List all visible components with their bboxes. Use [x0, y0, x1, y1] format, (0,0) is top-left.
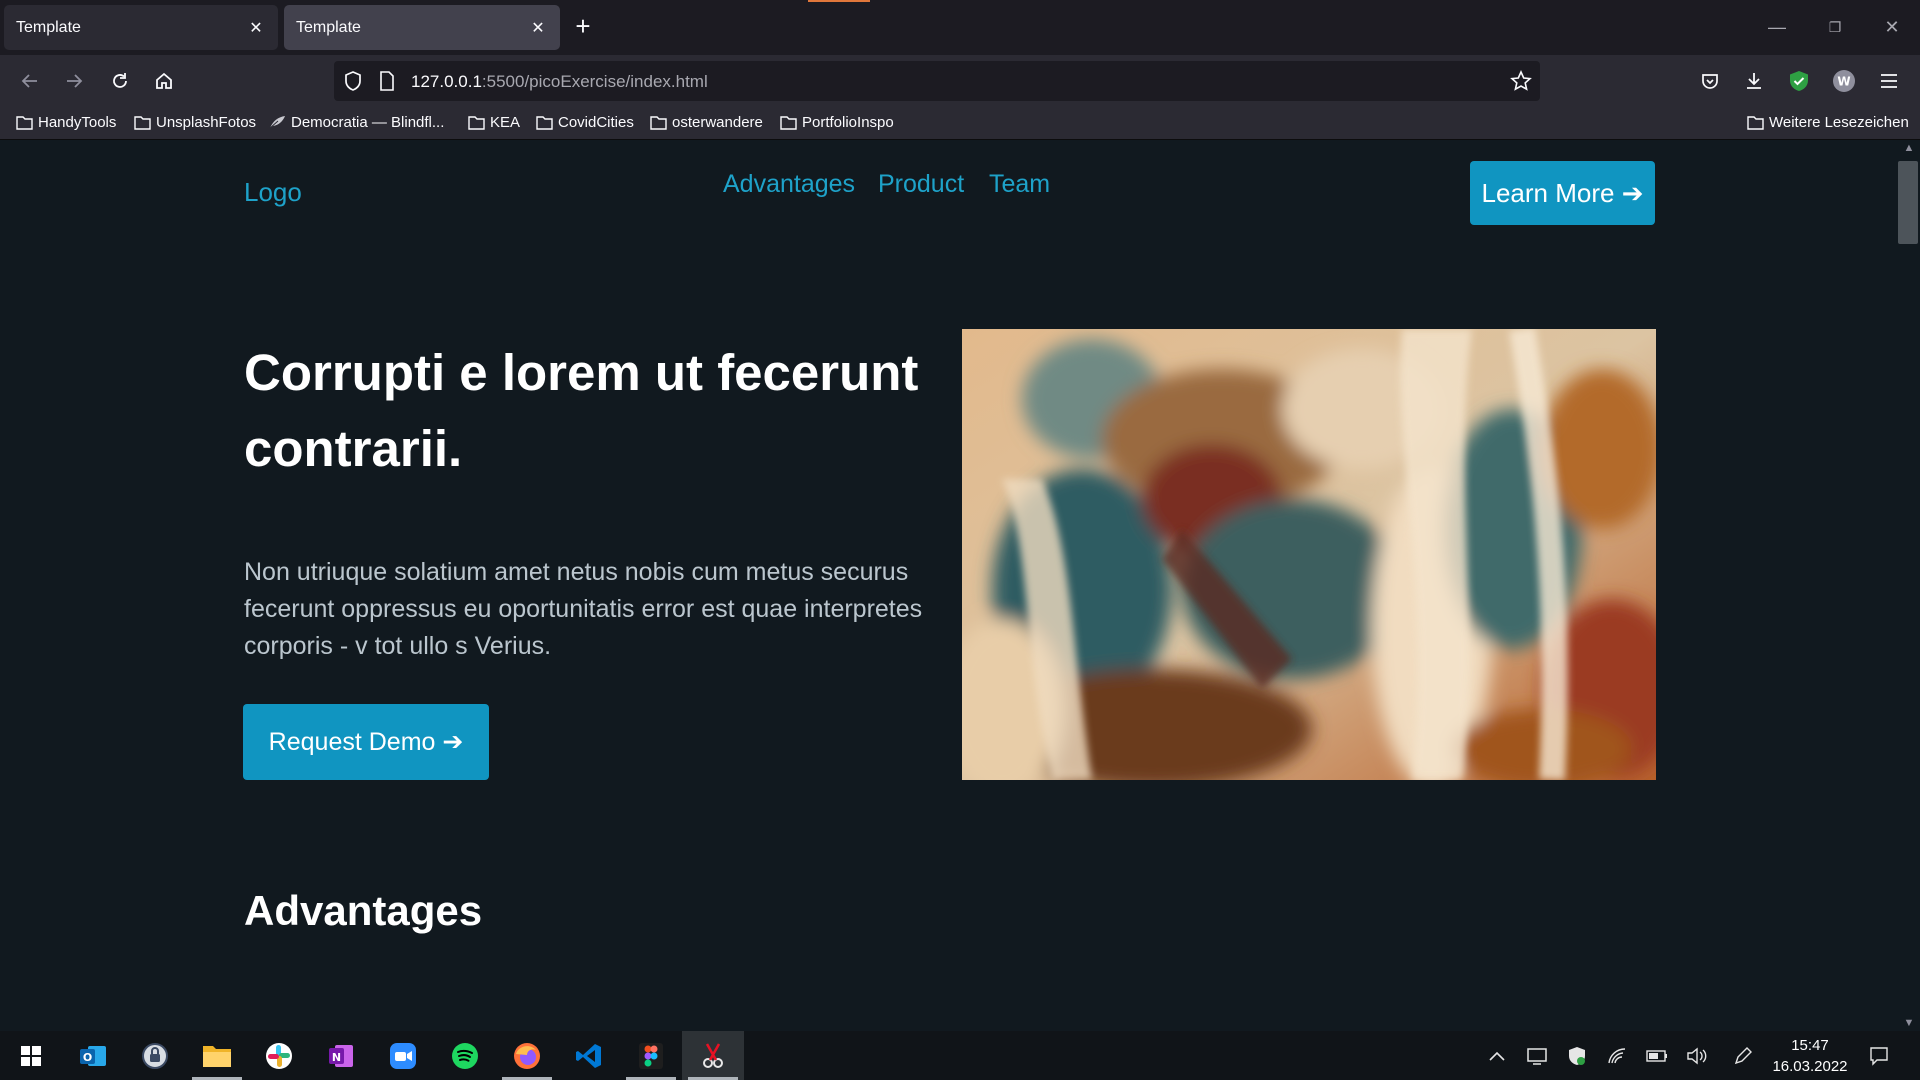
- volume-icon[interactable]: [1684, 1043, 1710, 1069]
- display-icon[interactable]: [1524, 1043, 1550, 1069]
- bookmark-folder[interactable]: CovidCities: [536, 114, 634, 131]
- url-host: 127.0.0.1: [411, 72, 482, 91]
- tab-close-icon[interactable]: ✕: [528, 18, 548, 38]
- windows-start-icon[interactable]: [0, 1031, 62, 1080]
- other-bookmarks-folder[interactable]: Weitere Lesezeichen: [1747, 114, 1909, 131]
- password-manager-icon[interactable]: [124, 1031, 186, 1080]
- file-explorer-icon[interactable]: [186, 1031, 248, 1080]
- nav-link-team[interactable]: Team: [989, 170, 1050, 199]
- hero-title: Corrupti e lorem ut fecerunt contrarii.: [244, 344, 919, 477]
- profile-avatar[interactable]: W: [1828, 65, 1860, 97]
- bookmark-label: osterwandere: [672, 114, 763, 131]
- slack-icon[interactable]: [248, 1031, 310, 1080]
- battery-icon[interactable]: [1644, 1043, 1670, 1069]
- hero-abstract-painting-image: [962, 329, 1656, 780]
- folder-icon: [16, 116, 33, 130]
- close-window-icon[interactable]: ✕: [1877, 12, 1907, 42]
- shield-icon[interactable]: [342, 70, 364, 92]
- scroll-thumb[interactable]: [1898, 161, 1918, 244]
- browser-tab[interactable]: Template ✕: [4, 5, 278, 50]
- folder-icon: [780, 116, 797, 130]
- folder-icon: [1747, 116, 1764, 130]
- svg-text:N: N: [332, 1051, 341, 1064]
- snipping-tool-icon[interactable]: [682, 1031, 744, 1080]
- hamburger-menu-icon[interactable]: [1873, 65, 1905, 97]
- pen-icon[interactable]: [1730, 1043, 1756, 1069]
- bookmark-label: HandyTools: [38, 114, 117, 131]
- advantages-section-heading: Advantages: [244, 887, 483, 934]
- onenote-icon[interactable]: N: [310, 1031, 372, 1080]
- page-icon[interactable]: [376, 70, 398, 92]
- forward-arrow-icon[interactable]: [58, 65, 90, 97]
- tab-title: Template: [296, 18, 361, 36]
- chevron-up-icon[interactable]: [1484, 1043, 1510, 1069]
- bookmark-folder[interactable]: HandyTools: [16, 114, 116, 131]
- bookmark-label: PortfolioInspo: [802, 114, 894, 131]
- outlook-icon[interactable]: O: [62, 1031, 124, 1080]
- scroll-up-icon[interactable]: ▲: [1903, 142, 1915, 154]
- tab-accent-line: [808, 0, 870, 2]
- nav-link-advantages[interactable]: Advantages: [723, 170, 855, 199]
- home-icon[interactable]: [148, 65, 180, 97]
- bookmark-link[interactable]: Democratia — Blindfl...: [268, 114, 444, 131]
- clock-time[interactable]: 15:47: [1775, 1037, 1845, 1054]
- spotify-icon[interactable]: [434, 1031, 496, 1080]
- page-scrollbar[interactable]: ▲ ▼: [1898, 140, 1920, 1031]
- request-demo-button[interactable]: Request Demo ➔: [243, 704, 489, 780]
- folder-icon: [536, 116, 553, 130]
- bookmark-star-icon[interactable]: [1510, 70, 1532, 92]
- folder-icon: [134, 116, 151, 130]
- tab-title: Template: [16, 18, 81, 36]
- clock-date[interactable]: 16.03.2022: [1768, 1058, 1852, 1075]
- downloads-icon[interactable]: [1738, 65, 1770, 97]
- hero-description: Non utriuque solatium amet netus nobis c…: [244, 558, 923, 660]
- url-text[interactable]: 127.0.0.1:5500/picoExercise/index.html: [411, 72, 708, 92]
- nav-link-product[interactable]: Product: [878, 170, 964, 199]
- extension-shield-icon[interactable]: [1783, 65, 1815, 97]
- zoom-icon[interactable]: [372, 1031, 434, 1080]
- back-arrow-icon[interactable]: [14, 65, 46, 97]
- security-shield-icon[interactable]: [1564, 1043, 1590, 1069]
- new-tab-button[interactable]: +: [568, 12, 598, 42]
- bookmark-label: Weitere Lesezeichen: [1769, 114, 1909, 131]
- bookmark-label: CovidCities: [558, 114, 634, 131]
- reload-icon[interactable]: [104, 65, 136, 97]
- profile-initial: W: [1837, 75, 1850, 89]
- tab-close-icon[interactable]: ✕: [246, 18, 266, 38]
- bookmark-label: Democratia — Blindfl...: [291, 114, 445, 131]
- restore-icon[interactable]: ❐: [1820, 12, 1850, 42]
- scroll-down-icon[interactable]: ▼: [1903, 1017, 1915, 1029]
- folder-icon: [468, 116, 485, 130]
- feather-icon: [269, 116, 285, 129]
- minimize-icon[interactable]: —: [1762, 12, 1792, 42]
- bookmark-folder[interactable]: PortfolioInspo: [780, 114, 894, 131]
- bookmark-folder[interactable]: UnsplashFotos: [134, 114, 256, 131]
- svg-text:O: O: [83, 1051, 92, 1064]
- folder-icon: [650, 116, 667, 130]
- figma-icon[interactable]: [620, 1031, 682, 1080]
- vscode-icon[interactable]: [558, 1031, 620, 1080]
- wifi-icon[interactable]: [1604, 1043, 1630, 1069]
- bookmark-folder[interactable]: osterwandere: [650, 114, 763, 131]
- bookmark-label: UnsplashFotos: [156, 114, 257, 131]
- firefox-icon[interactable]: [496, 1031, 558, 1080]
- address-bar[interactable]: 127.0.0.1:5500/picoExercise/index.html: [334, 61, 1540, 101]
- learn-more-button[interactable]: Learn More ➔: [1470, 161, 1655, 225]
- bookmark-label: KEA: [490, 114, 521, 131]
- pocket-icon[interactable]: [1694, 65, 1726, 97]
- url-path: :5500/picoExercise/index.html: [481, 72, 708, 91]
- browser-tab-active[interactable]: Template ✕: [284, 5, 560, 50]
- site-logo[interactable]: Logo: [244, 177, 302, 208]
- bookmarks-toolbar: HandyTools UnsplashFotos Democratia — Bl…: [0, 107, 1920, 140]
- windows-taskbar: O N 15:47 16.03.2022: [0, 1031, 1920, 1080]
- page-viewport: Logo Advantages Product Team Learn More …: [0, 140, 1920, 1031]
- notification-icon[interactable]: [1866, 1043, 1892, 1069]
- browser-navigation-bar: 127.0.0.1:5500/picoExercise/index.html W: [0, 55, 1920, 107]
- bookmark-folder[interactable]: KEA: [468, 114, 520, 131]
- browser-tab-bar: Template ✕ Template ✕ + — ❐ ✕: [0, 0, 1920, 55]
